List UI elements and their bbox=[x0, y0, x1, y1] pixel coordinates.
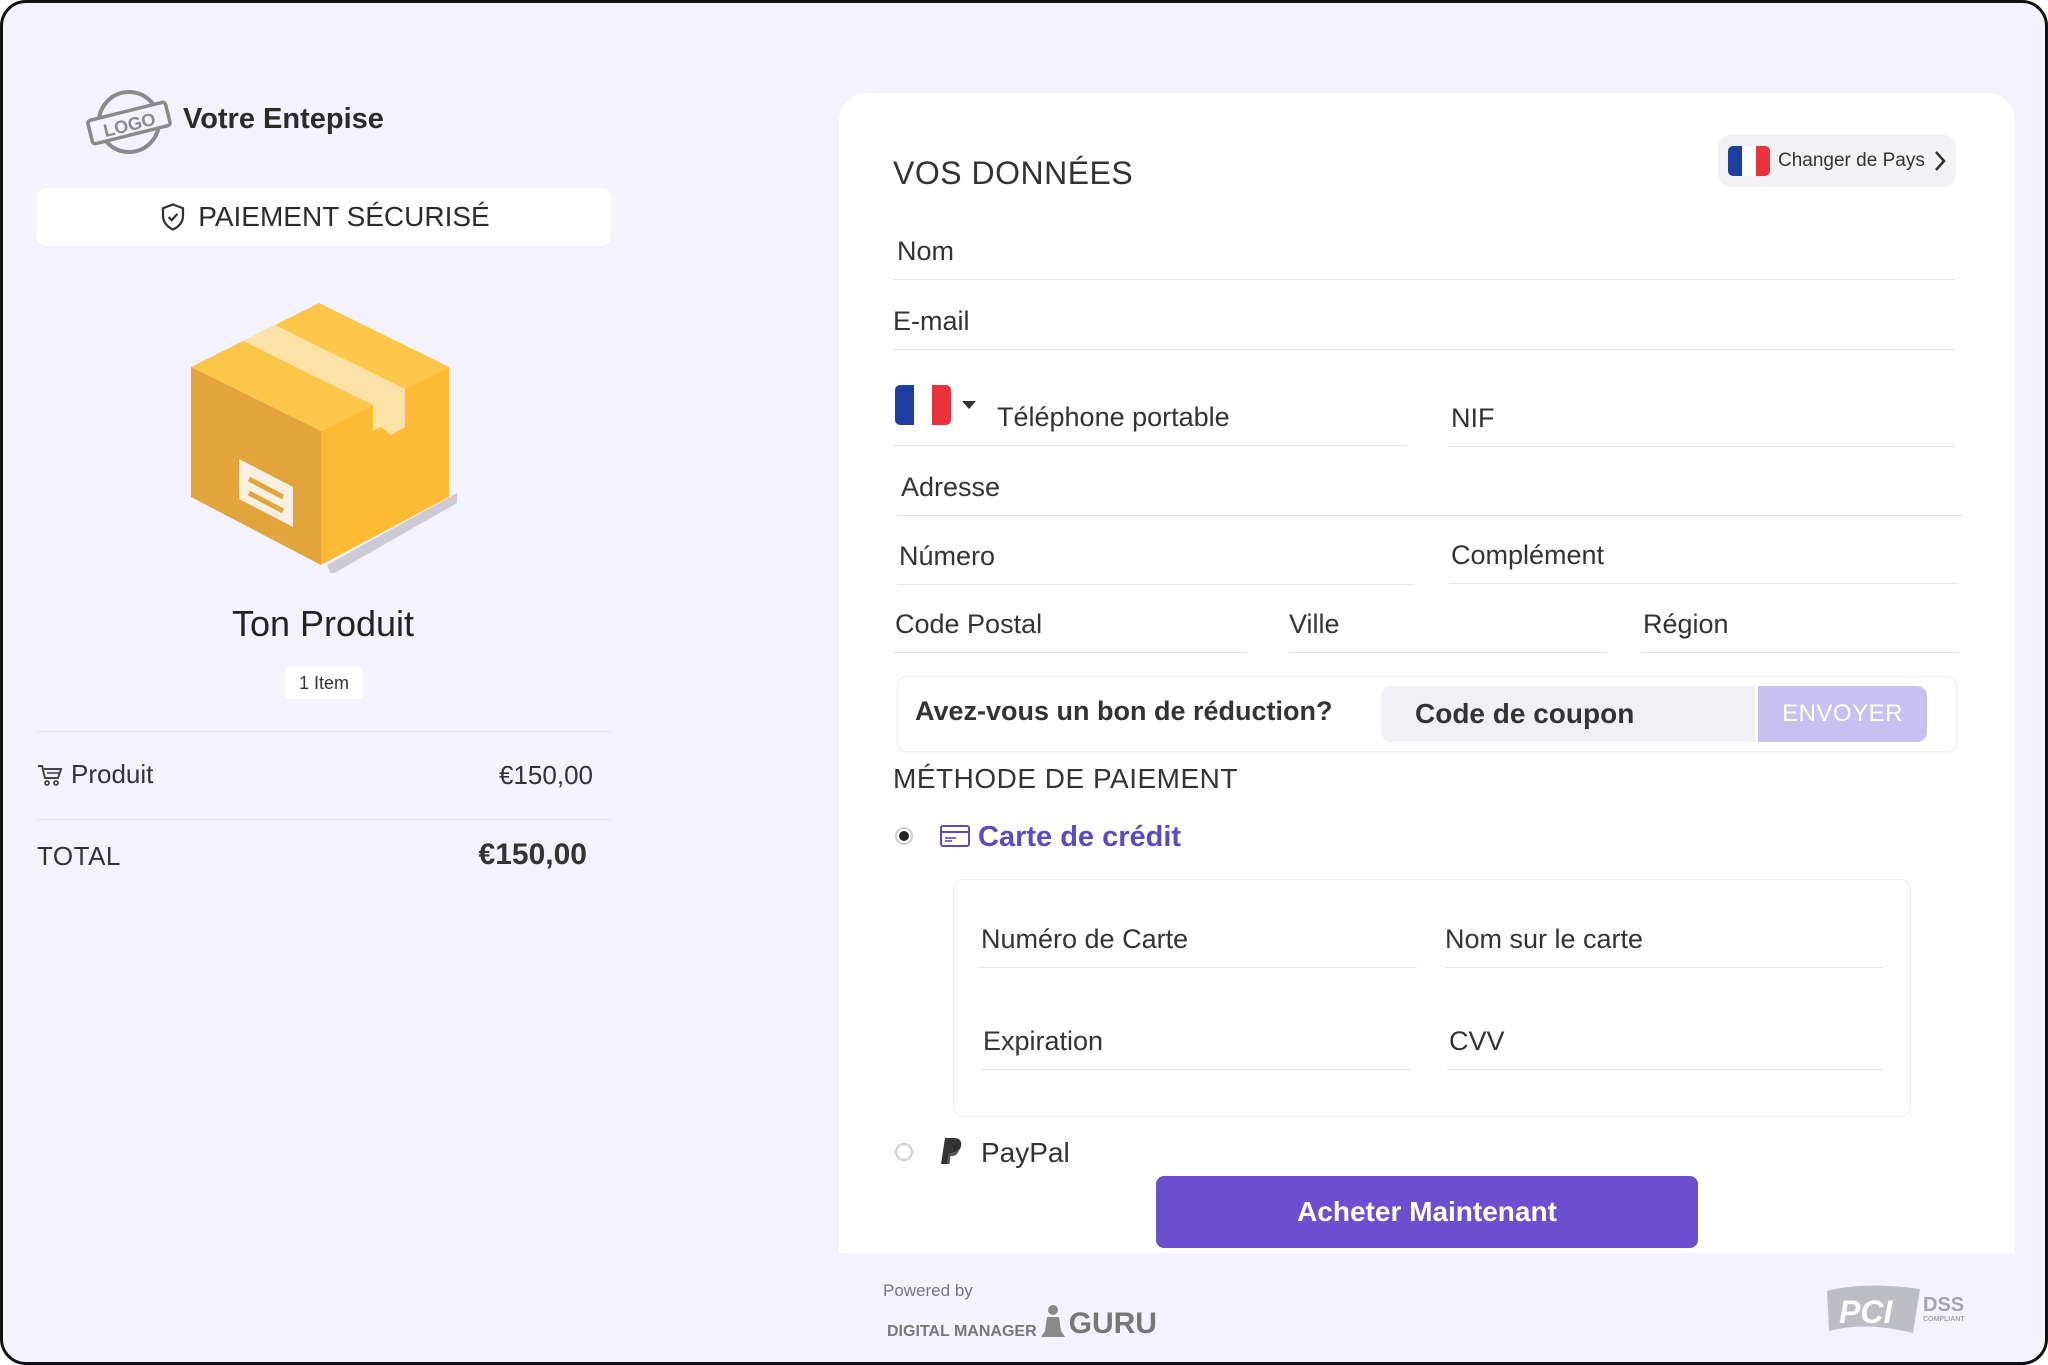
product-line-label: Produit bbox=[37, 759, 153, 790]
secure-payment-banner: PAIEMENT SÉCURISÉ bbox=[37, 188, 611, 246]
complement-input[interactable]: Complément bbox=[1449, 527, 1957, 584]
cart-icon bbox=[38, 764, 63, 786]
code-postal-input[interactable]: Code Postal bbox=[893, 598, 1247, 653]
product-title: Ton Produit bbox=[231, 603, 415, 644]
ville-placeholder: Ville bbox=[1289, 609, 1340, 639]
card-number-placeholder: Numéro de Carte bbox=[981, 924, 1189, 954]
dmg-small-text: DIGITAL MANAGER bbox=[887, 1323, 1037, 1340]
payment-method-title: MÉTHODE DE PAIEMENT bbox=[893, 763, 1239, 794]
coupon-input[interactable]: Code de coupon bbox=[1381, 686, 1755, 742]
email-input[interactable]: E-mail bbox=[893, 295, 1955, 350]
paypal-label[interactable]: PayPal bbox=[981, 1137, 1070, 1169]
dss-text: DSS bbox=[1923, 1294, 1964, 1316]
credit-card-icon bbox=[940, 825, 970, 847]
coupon-question: Avez-vous un bon de réduction? bbox=[915, 696, 1333, 726]
adresse-placeholder: Adresse bbox=[901, 472, 1001, 502]
nom-input[interactable]: Nom bbox=[893, 225, 1955, 280]
cvv-input[interactable]: CVV bbox=[1447, 1015, 1883, 1070]
meditating-figure-icon bbox=[1040, 1305, 1065, 1337]
pci-text: PCI bbox=[1839, 1294, 1893, 1330]
total-label: TOTAL bbox=[37, 841, 121, 871]
region-input[interactable]: Région bbox=[1641, 596, 1959, 653]
phone-placeholder: Téléphone portable bbox=[997, 402, 1230, 432]
cvv-placeholder: CVV bbox=[1449, 1026, 1505, 1056]
card-name-placeholder: Nom sur le carte bbox=[1445, 924, 1644, 954]
nif-input[interactable]: NIF bbox=[1449, 391, 1955, 447]
dmg-big-text: GURU bbox=[1068, 1307, 1157, 1340]
chevron-right-icon bbox=[1934, 151, 1946, 171]
nom-placeholder: Nom bbox=[897, 236, 955, 266]
secure-payment-label: PAIEMENT SÉCURISÉ bbox=[198, 201, 490, 232]
france-flag-icon bbox=[1728, 146, 1770, 176]
product-line-value: €150,00 bbox=[499, 760, 593, 790]
expiration-input[interactable]: Expiration bbox=[981, 1015, 1411, 1070]
coupon-placeholder: Code de coupon bbox=[1415, 698, 1635, 729]
company-name: Votre Entepise bbox=[183, 103, 384, 135]
divider bbox=[37, 819, 611, 820]
shield-check-icon bbox=[162, 203, 185, 231]
card-number-input[interactable]: Numéro de Carte bbox=[979, 907, 1417, 968]
numero-placeholder: Número bbox=[899, 541, 996, 571]
pci-dss-compliant-logo: PCI DSS COMPLIANT bbox=[1827, 1285, 1965, 1333]
email-placeholder: E-mail bbox=[893, 306, 970, 336]
change-country-label: Changer de Pays bbox=[1778, 150, 1925, 171]
complement-placeholder: Complément bbox=[1451, 540, 1605, 570]
coupon-submit-button[interactable]: ENVOYER bbox=[1758, 686, 1927, 742]
paypal-icon bbox=[941, 1138, 962, 1164]
checkout-page: LOGO Votre Entepise PAIEMENT SÉCURISÉ To… bbox=[0, 0, 2048, 1365]
code-postal-placeholder: Code Postal bbox=[895, 609, 1043, 639]
buy-now-button[interactable]: Acheter Maintenant bbox=[1156, 1176, 1698, 1248]
paypal-radio[interactable] bbox=[895, 1143, 913, 1161]
digital-manager-guru-logo: DIGITAL MANAGER GURU bbox=[887, 1303, 1157, 1341]
phone-input[interactable]: Téléphone portable bbox=[893, 383, 1407, 446]
expiration-placeholder: Expiration bbox=[983, 1026, 1104, 1056]
product-line-text: Produit bbox=[71, 759, 154, 789]
change-country-button[interactable]: Changer de Pays bbox=[1718, 135, 1956, 187]
ville-input[interactable]: Ville bbox=[1289, 596, 1607, 653]
logo-icon: LOGO bbox=[86, 90, 172, 154]
credit-card-radio[interactable] bbox=[895, 827, 913, 845]
product-box-image bbox=[191, 303, 457, 573]
total-value: €150,00 bbox=[478, 838, 587, 871]
credit-card-label[interactable]: Carte de crédit bbox=[978, 821, 1181, 854]
form-title: VOS DONNÉES bbox=[893, 155, 1134, 191]
compliant-text: COMPLIANT bbox=[1923, 1316, 1965, 1323]
region-placeholder: Région bbox=[1643, 609, 1729, 639]
numero-input[interactable]: Número bbox=[897, 529, 1413, 585]
adresse-input[interactable]: Adresse bbox=[897, 461, 1963, 516]
nif-placeholder: NIF bbox=[1451, 403, 1495, 433]
powered-by-label: Powered by bbox=[883, 1281, 973, 1300]
item-count-badge: 1 Item bbox=[285, 667, 363, 699]
divider bbox=[37, 731, 611, 732]
card-name-input[interactable]: Nom sur le carte bbox=[1445, 909, 1883, 968]
